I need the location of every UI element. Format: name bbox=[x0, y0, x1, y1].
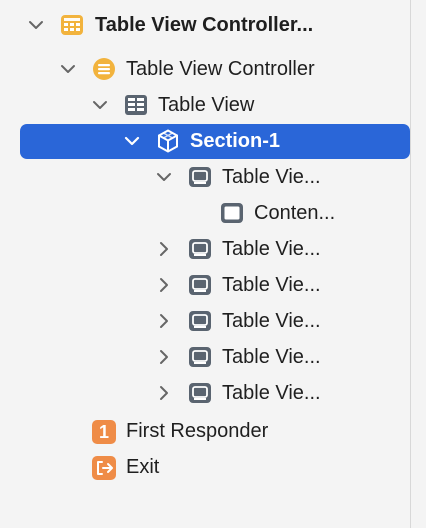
first-responder-icon: 1 bbox=[92, 420, 116, 444]
table-view-controller-icon bbox=[92, 57, 116, 81]
outline-item-label: Conten... bbox=[254, 202, 336, 224]
outline-item-label: Table Vie... bbox=[222, 274, 321, 296]
table-view-cell-icon bbox=[188, 273, 212, 297]
content-view-icon bbox=[220, 201, 244, 225]
outline-item-section-1[interactable]: Section-1 bbox=[0, 124, 410, 158]
chevron-down-icon[interactable] bbox=[28, 17, 44, 33]
outline-item-table-view-controller[interactable]: Table View Controller bbox=[0, 52, 410, 86]
chevron-right-icon[interactable] bbox=[156, 241, 172, 257]
chevron-right-icon[interactable] bbox=[156, 277, 172, 293]
chevron-right-icon[interactable] bbox=[156, 349, 172, 365]
table-view-cell-icon bbox=[188, 237, 212, 261]
outline-item-table-view[interactable]: Table View bbox=[0, 88, 410, 122]
outline-item-label: Table View bbox=[158, 94, 255, 116]
outline-item-table-view-controller-scene[interactable]: Table View Controller... bbox=[0, 8, 410, 42]
chevron-down-icon[interactable] bbox=[92, 97, 108, 113]
table-view-cell-icon bbox=[188, 345, 212, 369]
outline-item-exit[interactable]: Exit bbox=[0, 450, 410, 484]
outline-item-label: Exit bbox=[126, 456, 160, 478]
outline-item-label: Section-1 bbox=[190, 130, 281, 152]
table-view-cell-icon bbox=[188, 381, 212, 405]
outline-item-table-view-cell[interactable]: Table Vie... bbox=[0, 340, 410, 374]
outline-item-label: Table Vie... bbox=[222, 238, 321, 260]
exit-icon bbox=[92, 456, 116, 480]
chevron-right-icon[interactable] bbox=[156, 385, 172, 401]
storyboard-scene-icon bbox=[60, 13, 84, 37]
outline-item-label: Table Vie... bbox=[222, 166, 321, 188]
outline-item-label: Table Vie... bbox=[222, 382, 321, 404]
section-icon bbox=[156, 129, 180, 153]
outline-item-label: First Responder bbox=[126, 420, 269, 442]
outline-item-table-view-cell[interactable]: Table Vie... bbox=[0, 232, 410, 266]
chevron-right-icon[interactable] bbox=[156, 313, 172, 329]
outline-item-table-view-cell[interactable]: Table Vie... bbox=[0, 268, 410, 302]
outline-item-table-view-cell[interactable]: Table Vie... bbox=[0, 376, 410, 410]
outline-item-label: Table View Controller... bbox=[95, 14, 314, 36]
chevron-down-icon[interactable] bbox=[60, 61, 76, 77]
chevron-down-icon[interactable] bbox=[124, 133, 140, 149]
table-view-cell-icon bbox=[188, 309, 212, 333]
table-view-icon bbox=[124, 93, 148, 117]
outline-item-label: Table Vie... bbox=[222, 310, 321, 332]
outline-item-content-view[interactable]: Conten... bbox=[0, 196, 410, 230]
outline-item-label: Table Vie... bbox=[222, 346, 321, 368]
outline-item-table-view-cell[interactable]: Table Vie... bbox=[0, 160, 410, 194]
table-view-cell-icon bbox=[188, 165, 212, 189]
chevron-down-icon[interactable] bbox=[156, 169, 172, 185]
outline-item-table-view-cell[interactable]: Table Vie... bbox=[0, 304, 410, 338]
document-outline: Table View Controller... Table View Cont… bbox=[0, 0, 426, 528]
outline-item-label: Table View Controller bbox=[126, 58, 315, 80]
outline-divider bbox=[410, 0, 411, 528]
outline-item-first-responder[interactable]: 1 First Responder bbox=[0, 414, 410, 448]
